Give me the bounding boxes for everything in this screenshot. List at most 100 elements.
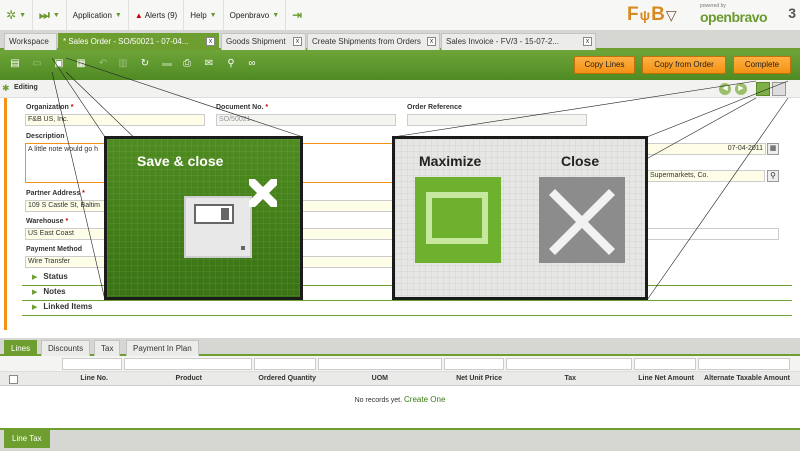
filter-line-no[interactable] (62, 358, 122, 370)
user-menu[interactable]: Openbravo ▼ (224, 0, 287, 30)
window-tabs: Workspace * Sales Order - SO/50021 - 07-… (0, 30, 800, 50)
column-header[interactable]: Line No. (60, 375, 108, 382)
star-icon: ✲ (6, 8, 17, 22)
application-menu-label: Application (72, 10, 112, 20)
filter-net-unit-price[interactable] (444, 358, 504, 370)
maximize-title: Maximize (419, 153, 482, 169)
export-icon[interactable]: ▬ (160, 57, 174, 71)
subtab-tax[interactable]: Tax (94, 340, 121, 356)
expand-icon: ▶ (32, 304, 38, 311)
copy-from-order-button[interactable]: Copy from Order (642, 56, 726, 74)
expand-icon: ▶ (32, 289, 38, 296)
document-no-field[interactable]: SO/50021 (216, 114, 396, 126)
copy-lines-button[interactable]: Copy Lines (574, 56, 635, 74)
section-label: Notes (43, 287, 66, 296)
payment-method-label: Payment Method (26, 246, 83, 253)
tab-sales-order[interactable]: * Sales Order - SO/50021 - 07-04... x (58, 33, 219, 50)
select-all-checkbox[interactable] (9, 375, 18, 384)
tab-workspace[interactable]: Workspace (4, 33, 57, 50)
save-close-callout: Save & close (104, 136, 303, 300)
logo-glass-icon: ▽ (665, 7, 677, 23)
openbravo-logo: powered by openbravo 3 (700, 3, 796, 27)
help-label: Help (190, 10, 207, 20)
delete-icon[interactable]: ▥ (116, 57, 130, 71)
product-name: openbravo (700, 9, 768, 25)
tab-goods-shipment[interactable]: Goods Shipment x (221, 33, 306, 50)
section-linked-items[interactable]: ▶ Linked Items (22, 302, 792, 316)
save-icon[interactable]: ▣ (52, 57, 66, 71)
maximize-icon (415, 177, 501, 263)
next-record-icon[interactable]: ▶ (735, 83, 747, 95)
filter-ordered-quantity[interactable] (254, 358, 316, 370)
organization-field[interactable]: F&B US, Inc. (25, 114, 205, 126)
maximize-icon[interactable] (756, 82, 770, 96)
price-list-field[interactable] (647, 228, 779, 240)
record-toolbar: ▤ ▭ ▣ ▦ ↶ ▥ ↻ ▬ ⎙ ✉ ⚲ ∞ Copy Lines Copy … (0, 50, 800, 80)
grid-header: Line No. Product Ordered Quantity UOM Ne… (0, 372, 800, 386)
grid-body (0, 386, 800, 428)
column-header[interactable]: Product (124, 375, 202, 382)
chevron-down-icon: ▼ (19, 11, 26, 19)
link-icon[interactable]: ∞ (245, 57, 259, 71)
subtab-bar: Lines Discounts Tax Payment In Plan (0, 338, 800, 356)
column-header[interactable]: UOM (318, 375, 388, 382)
application-menu[interactable]: Application ▼ (67, 0, 129, 30)
undo-icon[interactable]: ↶ (96, 57, 110, 71)
column-header[interactable]: Ordered Quantity (252, 375, 316, 382)
save-close-icon (184, 179, 277, 258)
filter-product[interactable] (124, 358, 252, 370)
close-tab-icon[interactable]: x (427, 37, 436, 46)
empty-grid-message: No records yet. Create One (0, 395, 800, 404)
subtab-payment-in-plan[interactable]: Payment In Plan (126, 340, 199, 356)
email-icon[interactable]: ✉ (202, 57, 216, 71)
filter-line-net-amount[interactable] (634, 358, 696, 370)
subtab-lines[interactable]: Lines (4, 340, 38, 356)
form-status-bar: ✱ Editing ◀ ▶ (0, 80, 800, 98)
new-row-icon[interactable]: ▭ (30, 57, 44, 71)
subtab-label: Tax (101, 344, 114, 353)
filter-uom[interactable] (318, 358, 442, 370)
new-document-icon[interactable]: ▤ (8, 57, 22, 71)
close-tab-icon[interactable]: x (583, 37, 592, 46)
subtab-discounts[interactable]: Discounts (41, 340, 91, 356)
column-header[interactable]: Tax (506, 375, 576, 382)
close-icon[interactable] (772, 82, 786, 96)
column-header[interactable]: Net Unit Price (444, 375, 502, 382)
previous-record-icon[interactable]: ◀ (719, 83, 731, 95)
refresh-icon[interactable]: ↻ (138, 57, 152, 71)
top-navigation-bar: ✲ ▼ ⏭ ▼ Application ▼ ▲ Alerts (9) Help ▼ Ope… (0, 0, 800, 30)
close-tab-icon[interactable]: x (293, 37, 302, 46)
search-icon[interactable]: ⚲ (767, 170, 779, 182)
tab-label: Sales Invoice - FV/3 - 15-07-2... (446, 37, 559, 46)
help-menu[interactable]: Help ▼ (184, 0, 224, 30)
calendar-icon[interactable]: ▦ (767, 143, 779, 155)
close-tab-icon[interactable]: x (206, 37, 215, 46)
filter-alternate-taxable-amount[interactable] (698, 358, 790, 370)
user-label: Openbravo (229, 10, 270, 20)
alerts-menu[interactable]: ▲ Alerts (9) (129, 0, 185, 30)
audit-trail-icon[interactable]: ⚲ (224, 57, 238, 71)
column-header[interactable]: Line Net Amount (630, 375, 694, 382)
tab-line-tax[interactable]: Line Tax (4, 430, 50, 448)
quick-create-button[interactable]: ⏭ ▼ (33, 0, 67, 30)
create-one-link[interactable]: Create One (404, 395, 445, 404)
logout-button[interactable]: ⇥ (286, 0, 308, 30)
tab-sales-invoice[interactable]: Sales Invoice - FV/3 - 15-07-2... x (441, 33, 596, 50)
form-accent-bar (4, 98, 7, 330)
save-close-title: Save & close (137, 153, 224, 169)
print-icon[interactable]: ⎙ (180, 57, 194, 71)
editing-label: Editing (14, 84, 38, 91)
business-partner-field[interactable]: Supermarkets, Co. (647, 170, 765, 182)
save-close-icon[interactable]: ▦ (74, 57, 88, 71)
quick-launch-button[interactable]: ✲ ▼ (0, 0, 33, 30)
order-reference-field[interactable] (407, 114, 587, 126)
tab-label: Goods Shipment (226, 37, 286, 46)
filter-tax[interactable] (506, 358, 632, 370)
column-header[interactable]: Alternate Taxable Amount (696, 375, 790, 382)
complete-button[interactable]: Complete (733, 56, 791, 74)
subtab-label: Payment In Plan (133, 344, 192, 353)
tab-create-shipments[interactable]: Create Shipments from Orders x (307, 33, 440, 50)
warehouse-label: Warehouse * (26, 218, 69, 225)
close-icon (539, 177, 625, 263)
alerts-label: Alerts (9) (144, 10, 178, 20)
